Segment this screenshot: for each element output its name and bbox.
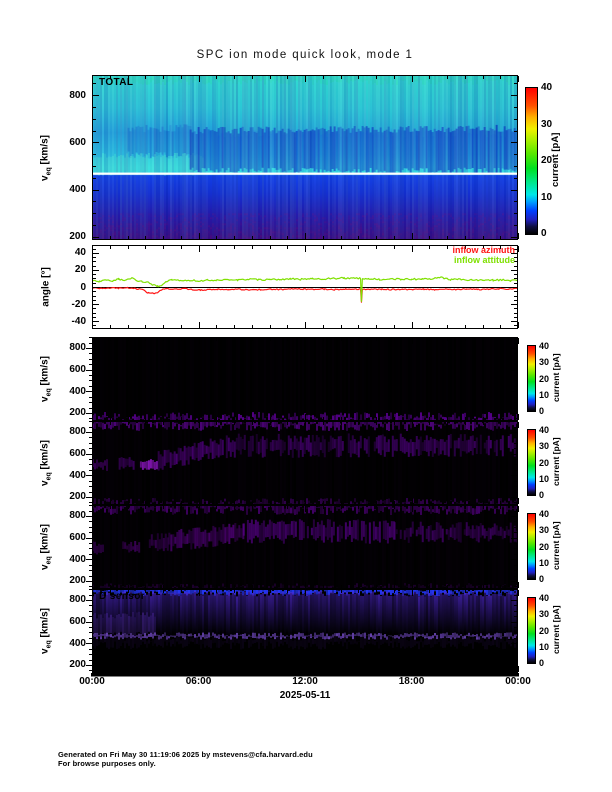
sensor-spectrogram-panel-3: veq [km/s] 200400600800: [92, 505, 518, 589]
colorbar-sensor-3: [527, 513, 536, 580]
y-tick-label: 400: [42, 553, 86, 566]
y-tick-label: 20: [42, 263, 86, 276]
total-label: TOTAL: [99, 77, 133, 88]
colorbar-tick-label: 40: [541, 82, 552, 94]
y-tick-label: 800: [42, 593, 86, 606]
colorbar-tick-label: 10: [541, 192, 552, 204]
colorbar-tick-label: 10: [539, 557, 549, 569]
y-tick-label: 600: [42, 531, 86, 544]
sensor-d-spectrogram-canvas: [86, 583, 524, 679]
colorbar-tick-label: 20: [539, 625, 549, 637]
sensor-spectrogram-canvas-2: [86, 415, 524, 511]
date-label: 2025-05-11: [280, 690, 331, 701]
y-tick-label: 400: [42, 469, 86, 482]
y-tick-label: 600: [42, 447, 86, 460]
spc-quicklook-page: SPC ion mode quick look, mode 1 TOTAL ve…: [0, 0, 612, 792]
footer: Generated on Fri May 30 11:19:06 2025 by…: [58, 751, 313, 768]
y-tick-label: 40: [42, 246, 86, 259]
y-tick-label: 200: [42, 658, 86, 671]
y-tick-label: 800: [42, 425, 86, 438]
y-tick-label: -40: [42, 315, 86, 328]
colorbar-label: current [pA]: [551, 512, 563, 579]
colorbar-tick-label: 20: [541, 155, 552, 167]
y-tick-label: 600: [42, 615, 86, 628]
colorbar-tick-label: 40: [539, 340, 549, 352]
sensor-d-spectrogram-panel: D sensor veq [km/s] 200400600800: [92, 589, 518, 673]
y-tick-label: 400: [42, 385, 86, 398]
y-tick-label: 200: [42, 574, 86, 587]
y-tick-label: 200: [42, 406, 86, 419]
sensor-spectrogram-panel-2: veq [km/s] 200400600800: [92, 421, 518, 505]
y-tick-label: 0: [42, 281, 86, 294]
colorbar-tick-label: 10: [539, 473, 549, 485]
colorbar-sensor-1: [527, 345, 536, 412]
colorbar-tick-label: 0: [539, 489, 544, 501]
total-spectrogram-canvas: [86, 69, 524, 246]
total-spectrogram-panel: TOTAL veq [km/s] 200400600800: [92, 75, 518, 240]
sensor-spectrogram-canvas-1: [86, 331, 524, 427]
colorbar-tick-label: 30: [539, 608, 549, 620]
y-tick-label: 400: [42, 183, 86, 196]
d-sensor-label: D sensor: [99, 591, 145, 602]
colorbar-tick-label: 0: [539, 573, 544, 585]
sensor-spectrogram-canvas-3: [86, 499, 524, 595]
colorbar-tick-label: 20: [539, 457, 549, 469]
colorbar-tick-label: 40: [539, 424, 549, 436]
angle-legend: inflow azimuth inflow attitude: [453, 246, 516, 265]
colorbar-label: current [pA]: [551, 596, 563, 663]
colorbar-tick-label: 30: [539, 524, 549, 536]
colorbar-sensor-2: [527, 429, 536, 496]
y-tick-label: 800: [42, 341, 86, 354]
colorbar-label: current [pA]: [551, 428, 563, 495]
colorbar-sensor-d: [527, 597, 536, 664]
colorbar-tick-label: 30: [541, 119, 552, 131]
sensor-spectrogram-panel-1: veq [km/s] 200400600800: [92, 337, 518, 421]
inflow-angle-panel: inflow azimuth inflow attitude angle [°]…: [92, 245, 518, 329]
x-axis-tick-label: 18:00: [399, 676, 425, 687]
colorbar-tick-label: 0: [539, 405, 544, 417]
y-tick-label: 800: [42, 89, 86, 102]
y-tick-label: -20: [42, 298, 86, 311]
y-tick-label: 200: [42, 490, 86, 503]
colorbar-tick-label: 30: [539, 440, 549, 452]
y-tick-label: 600: [42, 136, 86, 149]
colorbar-tick-label: 0: [541, 228, 547, 240]
x-axis-tick-label: 06:00: [186, 676, 212, 687]
colorbar-tick-label: 10: [539, 641, 549, 653]
x-axis-tick-label: 00:00: [79, 676, 105, 687]
y-tick-label: 600: [42, 363, 86, 376]
plot-title: SPC ion mode quick look, mode 1: [92, 49, 518, 61]
y-tick-label: 400: [42, 637, 86, 650]
legend-inflow-attitude: inflow attitude: [453, 256, 516, 266]
colorbar-label: current [pA]: [551, 344, 563, 411]
x-axis-tick-label: 00:00: [505, 676, 531, 687]
footer-browse-line: For browse purposes only.: [58, 760, 313, 769]
colorbar-tick-label: 20: [539, 541, 549, 553]
y-tick-label: 200: [42, 230, 86, 243]
colorbar-tick-label: 10: [539, 389, 549, 401]
colorbar-tick-label: 40: [539, 592, 549, 604]
colorbar-tick-label: 30: [539, 356, 549, 368]
y-tick-label: 800: [42, 509, 86, 522]
colorbar-total: [525, 87, 538, 235]
colorbar-tick-label: 40: [539, 508, 549, 520]
x-axis-tick-label: 12:00: [292, 676, 318, 687]
colorbar-tick-label: 20: [539, 373, 549, 385]
colorbar-tick-label: 0: [539, 657, 544, 669]
